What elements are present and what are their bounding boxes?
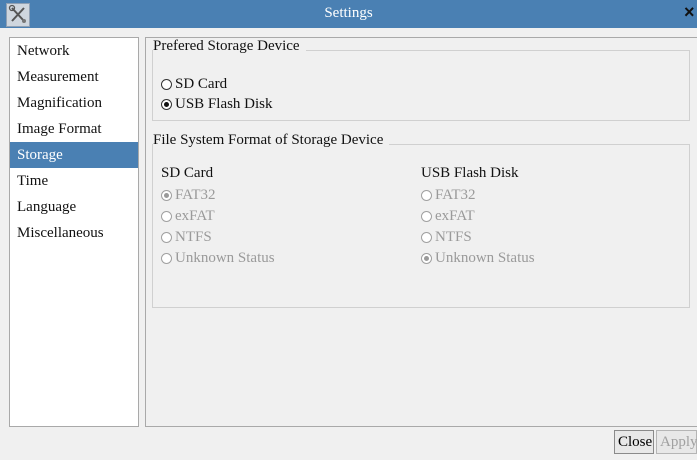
close-icon[interactable]: × <box>684 2 695 23</box>
usb-radio-unknown-status: Unknown Status <box>421 250 535 267</box>
radio-label: FAT32 <box>175 187 216 203</box>
usb-radio-fat32: FAT32 <box>421 187 476 204</box>
sd-radio-unknown-status: Unknown Status <box>161 250 275 267</box>
sidebar-item-image-format[interactable]: Image Format <box>10 116 138 142</box>
radio-usb-flash-disk[interactable]: USB Flash Disk <box>161 96 273 113</box>
radio-label: USB Flash Disk <box>175 96 273 112</box>
radio-label: Unknown Status <box>435 250 535 266</box>
radio-button <box>421 253 432 264</box>
close-button[interactable]: Close <box>614 430 654 454</box>
radio-label: Unknown Status <box>175 250 275 266</box>
radio-label: SD Card <box>175 76 228 92</box>
file-system-format-legend: File System Format of Storage Device <box>153 132 390 149</box>
radio-label: exFAT <box>175 208 215 224</box>
sidebar-item-storage[interactable]: Storage <box>10 142 138 168</box>
radio-label: NTFS <box>175 229 212 245</box>
radio-button <box>421 232 432 243</box>
radio-sd-card[interactable]: SD Card <box>161 76 227 93</box>
preferred-storage-group: Prefered Storage Device SD Card USB Flas… <box>152 38 690 121</box>
sidebar-item-network[interactable]: Network <box>10 38 138 64</box>
radio-button <box>161 232 172 243</box>
sidebar-item-magnification[interactable]: Magnification <box>10 90 138 116</box>
sidebar-item-language[interactable]: Language <box>10 194 138 220</box>
radio-label: FAT32 <box>435 187 476 203</box>
radio-button <box>161 253 172 264</box>
title-bar: Settings × <box>0 0 697 28</box>
sidebar-item-miscellaneous[interactable]: Miscellaneous <box>10 220 138 246</box>
preferred-storage-legend: Prefered Storage Device <box>153 38 306 55</box>
settings-category-list: Network Measurement Magnification Image … <box>9 37 139 427</box>
radio-label: NTFS <box>435 229 472 245</box>
radio-button <box>161 211 172 222</box>
sd-radio-fat32: FAT32 <box>161 187 216 204</box>
sidebar-item-measurement[interactable]: Measurement <box>10 64 138 90</box>
file-system-format-group: File System Format of Storage Device SD … <box>152 132 690 308</box>
sd-card-heading: SD Card <box>161 165 214 181</box>
radio-button <box>421 190 432 201</box>
apply-button[interactable]: Apply <box>656 430 697 454</box>
sd-radio-exfat: exFAT <box>161 208 215 225</box>
usb-flash-disk-heading: USB Flash Disk <box>421 165 519 181</box>
radio-button <box>421 211 432 222</box>
storage-settings-panel: Prefered Storage Device SD Card USB Flas… <box>145 37 697 427</box>
radio-button[interactable] <box>161 79 172 90</box>
window-title: Settings <box>324 5 373 21</box>
radio-label: exFAT <box>435 208 475 224</box>
usb-radio-ntfs: NTFS <box>421 229 472 246</box>
radio-button[interactable] <box>161 99 172 110</box>
radio-button <box>161 190 172 201</box>
usb-radio-exfat: exFAT <box>421 208 475 225</box>
sd-radio-ntfs: NTFS <box>161 229 212 246</box>
sidebar-item-time[interactable]: Time <box>10 168 138 194</box>
